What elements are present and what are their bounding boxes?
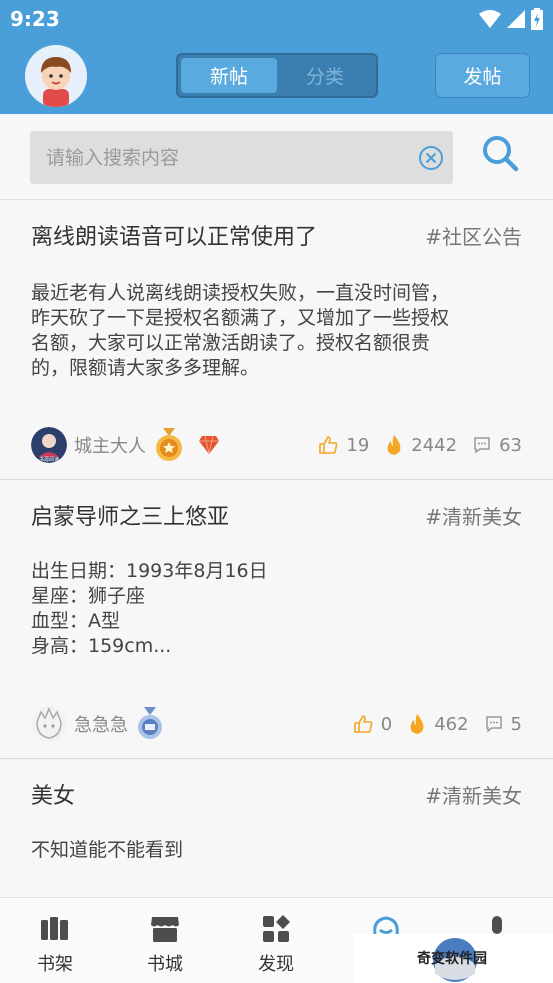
battery-icon — [531, 8, 543, 30]
status-icons — [479, 8, 543, 30]
status-time: 9:23 — [10, 7, 60, 31]
post-body-line: 身高：159cm... — [31, 635, 172, 657]
post-body-line: 的，限额请大家多多理解。 — [31, 357, 260, 379]
nav-label: 书城 — [147, 954, 183, 975]
post-body-line: 名额，大家可以正常激活朗读了。授权名额很贵 — [31, 332, 431, 354]
clear-icon[interactable] — [418, 145, 444, 171]
post-item[interactable]: 美女 #清新美女 不知道能不能看到 — [0, 760, 553, 897]
author-name[interactable]: 急急急 — [74, 711, 128, 737]
medal-icon — [138, 707, 162, 739]
post-body-line: 不知道能不能看到 — [31, 839, 184, 861]
heat-stat: 462 — [408, 713, 469, 735]
comment-count: 63 — [499, 434, 522, 456]
heat-stat: 2442 — [385, 434, 457, 456]
author-avatar[interactable]: 书源阅读 — [31, 427, 67, 463]
nav-discover[interactable]: 发现 — [221, 898, 331, 983]
discover-icon — [263, 915, 290, 942]
nav-bookshelf[interactable]: 书架 — [0, 898, 110, 983]
nav-label: 发现 — [258, 954, 294, 975]
post-body-line: 出生日期：1993年8月16日 — [31, 560, 268, 582]
author-avatar[interactable] — [31, 706, 67, 742]
post-item[interactable]: 离线朗读语音可以正常使用了 #社区公告 最近老有人说离线朗读授权失败，一直没时间… — [0, 201, 553, 480]
post-tag[interactable]: #清新美女 — [425, 501, 522, 530]
post-stats: 19 2442 63 — [302, 427, 522, 463]
flame-icon — [387, 435, 401, 455]
comment-stat[interactable]: 63 — [473, 435, 522, 456]
signal-icon — [507, 10, 525, 28]
post-body: 出生日期：1993年8月16日 星座：狮子座 血型：A型 身高：159cm... — [31, 559, 521, 659]
nav-bookstore[interactable]: 书城 — [110, 898, 220, 983]
post-meta: 书源阅读 城主大人 19 2442 63 — [31, 427, 522, 463]
post-item[interactable]: 启蒙导师之三上悠亚 #清新美女 出生日期：1993年8月16日 星座：狮子座 血… — [0, 481, 553, 759]
search-input[interactable] — [30, 131, 410, 184]
post-body-line: 最近老有人说离线朗读授权失败，一直没时间管， — [31, 282, 450, 304]
post-tag[interactable]: #社区公告 — [425, 221, 522, 250]
watermark-text: 奇变软件园 — [417, 951, 487, 967]
watermark: 奇变软件园 — [353, 934, 553, 983]
post-body: 不知道能不能看到 — [31, 838, 521, 863]
search-input-wrap — [30, 131, 453, 184]
post-body-line: 星座：狮子座 — [31, 585, 146, 607]
nav-label: 书架 — [37, 954, 73, 975]
post-body-line: 昨天砍了一下是授权名额满了，又增加了一些授权 — [31, 307, 450, 329]
header-tab-switch: 新帖 分类 — [176, 53, 378, 98]
search-icon[interactable] — [481, 134, 519, 172]
author-name[interactable]: 城主大人 — [74, 432, 146, 458]
post-title[interactable]: 启蒙导师之三上悠亚 — [31, 499, 229, 531]
post-title[interactable]: 离线朗读语音可以正常使用了 — [31, 219, 317, 251]
medal-icon — [156, 428, 182, 461]
like-stat[interactable]: 19 — [318, 435, 369, 456]
status-bar: 9:23 — [0, 0, 553, 38]
like-count: 0 — [380, 713, 393, 735]
post-tag[interactable]: #清新美女 — [425, 780, 522, 809]
bookshelf-icon — [41, 917, 68, 940]
post-meta: 急急急 0 462 5 — [31, 706, 522, 742]
wifi-icon — [479, 10, 501, 28]
tab-new-posts[interactable]: 新帖 — [181, 58, 277, 93]
post-body-line: 血型：A型 — [31, 610, 120, 632]
diamond-icon — [199, 435, 219, 455]
top-bar: 新帖 分类 发帖 — [0, 38, 553, 114]
post-title[interactable]: 美女 — [31, 778, 75, 810]
post-body: 最近老有人说离线朗读授权失败，一直没时间管， 昨天砍了一下是授权名额满了，又增加… — [31, 281, 521, 381]
heat-count: 2442 — [411, 434, 458, 456]
heat-count: 462 — [434, 713, 469, 735]
comment-stat[interactable]: 5 — [485, 714, 522, 735]
comment-icon — [485, 716, 502, 733]
comment-count: 5 — [510, 713, 522, 735]
flame-icon — [410, 714, 424, 734]
user-avatar[interactable] — [25, 45, 87, 107]
new-post-button[interactable]: 发帖 — [435, 53, 530, 98]
post-stats: 0 462 5 — [337, 706, 522, 742]
like-stat[interactable]: 0 — [353, 714, 392, 735]
author-avatar-label: 书源阅读 — [39, 456, 59, 463]
tab-categories[interactable]: 分类 — [277, 58, 373, 93]
thumbs-up-icon — [319, 436, 338, 454]
bookstore-icon — [151, 917, 179, 942]
like-count: 19 — [346, 434, 370, 456]
search-bar — [0, 114, 553, 200]
comment-icon — [474, 437, 490, 454]
thumbs-up-icon — [353, 715, 373, 733]
